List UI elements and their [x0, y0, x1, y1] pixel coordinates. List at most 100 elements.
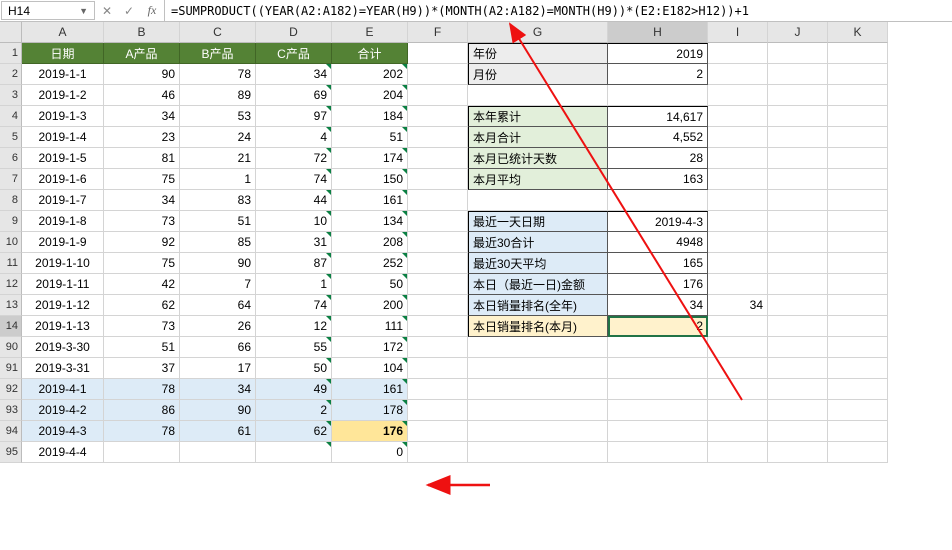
header-cell[interactable]: B产品: [180, 43, 256, 64]
col-head-B[interactable]: B: [104, 22, 180, 43]
cell-date[interactable]: 2019-1-1: [22, 64, 104, 85]
cell[interactable]: [828, 442, 888, 463]
spreadsheet-grid[interactable]: ABCDEFGHIJK1日期A产品B产品C产品合计年份201922019-1-1…: [0, 22, 952, 463]
cell[interactable]: 92: [104, 232, 180, 253]
cell[interactable]: [828, 43, 888, 64]
cell[interactable]: [468, 358, 608, 379]
cell[interactable]: [708, 274, 768, 295]
cell[interactable]: 34: [256, 64, 332, 85]
cell[interactable]: [768, 232, 828, 253]
cell[interactable]: [408, 337, 468, 358]
value-month-days[interactable]: 28: [608, 148, 708, 169]
label-last30-total[interactable]: 最近30合计: [468, 232, 608, 253]
cell[interactable]: 46: [104, 85, 180, 106]
value-month-avg[interactable]: 163: [608, 169, 708, 190]
cell[interactable]: [768, 211, 828, 232]
row-head-6[interactable]: 6: [0, 148, 22, 169]
cell[interactable]: [608, 400, 708, 421]
cell-total[interactable]: 204: [332, 85, 408, 106]
row-head-12[interactable]: 12: [0, 274, 22, 295]
cell[interactable]: [708, 127, 768, 148]
cell[interactable]: 78: [104, 421, 180, 442]
cell[interactable]: [408, 316, 468, 337]
cell[interactable]: 62: [256, 421, 332, 442]
cell[interactable]: [828, 190, 888, 211]
cell-total[interactable]: 208: [332, 232, 408, 253]
col-head-A[interactable]: A: [22, 22, 104, 43]
cell[interactable]: 44: [256, 190, 332, 211]
row-head-8[interactable]: 8: [0, 190, 22, 211]
cell[interactable]: [608, 190, 708, 211]
cell[interactable]: 4: [256, 127, 332, 148]
col-head-G[interactable]: G: [468, 22, 608, 43]
cell-date[interactable]: 2019-4-2: [22, 400, 104, 421]
cell[interactable]: 55: [256, 337, 332, 358]
cell[interactable]: [468, 190, 608, 211]
cell[interactable]: [408, 400, 468, 421]
cell[interactable]: 37: [104, 358, 180, 379]
cell[interactable]: 90: [180, 253, 256, 274]
cell[interactable]: [408, 379, 468, 400]
value-year[interactable]: 2019: [608, 43, 708, 64]
cell[interactable]: [468, 85, 608, 106]
cell-date[interactable]: 2019-1-6: [22, 169, 104, 190]
cell[interactable]: [708, 43, 768, 64]
cell[interactable]: [708, 337, 768, 358]
cell[interactable]: [468, 442, 608, 463]
cell[interactable]: 7: [180, 274, 256, 295]
label-rank-month[interactable]: 本日销量排名(本月): [468, 316, 608, 337]
cell[interactable]: 74: [256, 295, 332, 316]
cell[interactable]: [708, 421, 768, 442]
col-head-E[interactable]: E: [332, 22, 408, 43]
cell[interactable]: 89: [180, 85, 256, 106]
cell[interactable]: 34: [104, 190, 180, 211]
cell-total[interactable]: 174: [332, 148, 408, 169]
row-head-92[interactable]: 92: [0, 379, 22, 400]
cell[interactable]: [408, 358, 468, 379]
name-box-dropdown-icon[interactable]: ▼: [79, 6, 88, 16]
row-head-5[interactable]: 5: [0, 127, 22, 148]
cell-total[interactable]: 150: [332, 169, 408, 190]
cell[interactable]: [408, 232, 468, 253]
cell[interactable]: [104, 442, 180, 463]
cell-total[interactable]: 200: [332, 295, 408, 316]
cell-date[interactable]: 2019-1-10: [22, 253, 104, 274]
header-cell[interactable]: 日期: [22, 43, 104, 64]
cell[interactable]: [708, 169, 768, 190]
cell-total[interactable]: 134: [332, 211, 408, 232]
cell[interactable]: [828, 127, 888, 148]
label-month-days[interactable]: 本月已统计天数: [468, 148, 608, 169]
cell[interactable]: 53: [180, 106, 256, 127]
row-head-13[interactable]: 13: [0, 295, 22, 316]
cell[interactable]: [768, 337, 828, 358]
cell[interactable]: [768, 358, 828, 379]
formula-input[interactable]: =SUMPRODUCT((YEAR(A2:A182)=YEAR(H9))*(MO…: [165, 0, 952, 21]
cell[interactable]: [828, 148, 888, 169]
cell[interactable]: [468, 379, 608, 400]
row-head-11[interactable]: 11: [0, 253, 22, 274]
row-head-94[interactable]: 94: [0, 421, 22, 442]
cell[interactable]: [408, 64, 468, 85]
col-head-H[interactable]: H: [608, 22, 708, 43]
header-cell[interactable]: A产品: [104, 43, 180, 64]
cell[interactable]: [768, 190, 828, 211]
row-head-10[interactable]: 10: [0, 232, 22, 253]
cell[interactable]: 73: [104, 211, 180, 232]
cell[interactable]: 75: [104, 253, 180, 274]
cell[interactable]: [828, 274, 888, 295]
cell-date[interactable]: 2019-4-3: [22, 421, 104, 442]
col-head-D[interactable]: D: [256, 22, 332, 43]
cell[interactable]: [828, 421, 888, 442]
cell-date[interactable]: 2019-1-13: [22, 316, 104, 337]
cell[interactable]: [828, 106, 888, 127]
cell[interactable]: 66: [180, 337, 256, 358]
cell[interactable]: 74: [256, 169, 332, 190]
cell-total[interactable]: 111: [332, 316, 408, 337]
cell-total[interactable]: 172: [332, 337, 408, 358]
cell-total[interactable]: 51: [332, 127, 408, 148]
row-head-1[interactable]: 1: [0, 43, 22, 64]
cell[interactable]: [768, 148, 828, 169]
value-rank-month[interactable]: 2: [608, 316, 708, 337]
label-month[interactable]: 月份: [468, 64, 608, 85]
value-month[interactable]: 2: [608, 64, 708, 85]
